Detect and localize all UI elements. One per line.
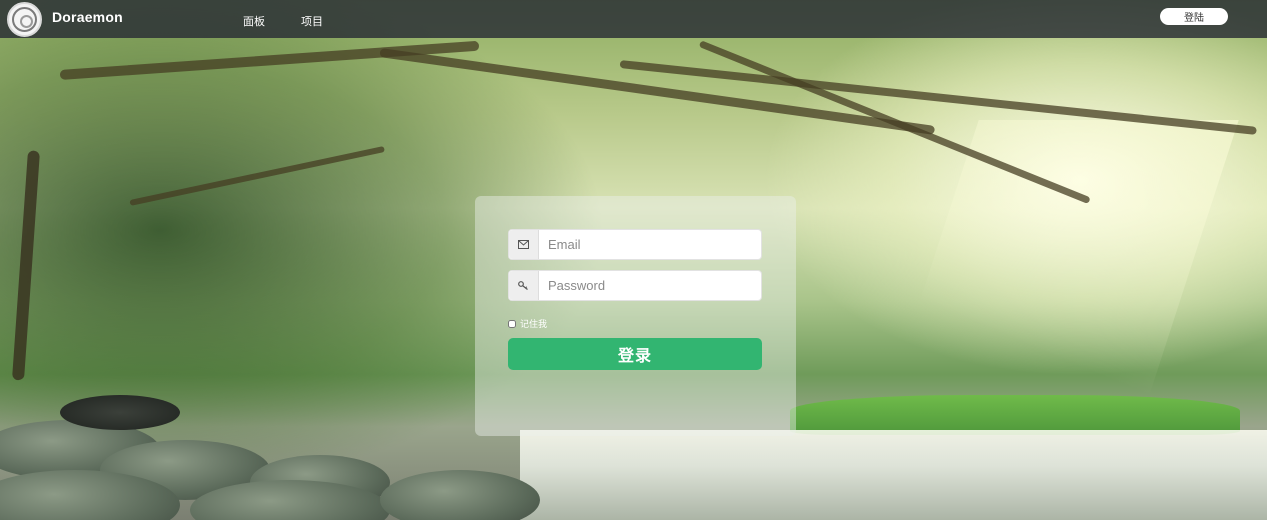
remember-me[interactable]: 记住我 xyxy=(508,317,547,330)
doraemon-logo-icon[interactable] xyxy=(7,2,42,37)
nav-link-dashboard[interactable]: 面板 xyxy=(243,13,265,29)
email-input[interactable] xyxy=(539,230,761,259)
email-field-group xyxy=(508,229,762,260)
top-navbar: Doraemon 面板 项目 登陆 xyxy=(0,0,1267,38)
login-button[interactable]: 登陆 xyxy=(1160,8,1228,25)
submit-login-button[interactable]: 登录 xyxy=(508,338,762,370)
key-icon xyxy=(509,271,539,300)
login-panel: 记住我 登录 xyxy=(475,196,796,436)
password-field-group xyxy=(508,270,762,301)
nav-link-projects[interactable]: 项目 xyxy=(301,13,323,29)
password-input[interactable] xyxy=(539,271,761,300)
brand-name[interactable]: Doraemon xyxy=(52,9,123,25)
envelope-icon xyxy=(509,230,539,259)
remember-me-checkbox[interactable] xyxy=(508,319,516,328)
remember-me-label: 记住我 xyxy=(520,319,548,329)
